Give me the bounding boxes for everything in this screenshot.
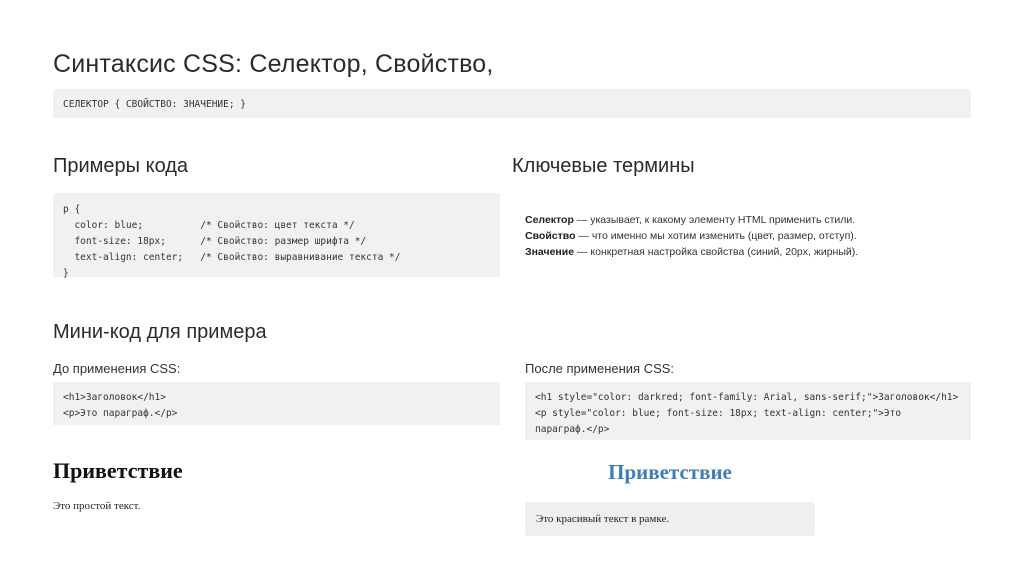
page-title: Синтаксис CSS: Селектор, Свойство, [53,50,494,78]
terms-list: Селектор — указывает, к какому элементу … [525,212,995,260]
terms-heading: Ключевые термины [512,155,695,177]
code-line: font-size: 18px; /* Свойство: размер шри… [63,236,367,247]
syntax-code-block: СЕЛЕКТОР { СВОЙСТВО: ЗНАЧЕНИЕ; } [53,89,971,118]
code-line: <h1>Заголовок</h1> [63,392,166,403]
code-line: color: blue; /* Свойство: цвет текста */ [63,220,355,231]
mini-code-heading: Мини-код для примера [53,321,267,343]
term-item: Значение — конкретная настройка свойства… [525,244,995,260]
term-description: — что именно мы хотим изменить (цвет, ра… [575,230,857,242]
before-demo: Приветствие Это простой текст. [53,452,343,522]
term-description: — конкретная настройка свойства (синий, … [574,246,859,258]
demo-heading: Приветствие [53,458,183,483]
code-line: } [63,268,69,279]
term-item: Свойство — что именно мы хотим изменить … [525,228,995,244]
before-code-block: <h1>Заголовок</h1> <p>Это параграф.</p> [53,382,500,425]
code-line: <p style="color: blue; font-size: 18px; … [535,408,902,419]
code-line: p { [63,204,81,215]
examples-heading: Примеры кода [53,155,189,177]
term-item: Селектор — указывает, к какому элементу … [525,212,995,228]
syntax-line: СЕЛЕКТОР { СВОЙСТВО: ЗНАЧЕНИЕ; } [63,99,247,110]
term-description: — указывает, к какому элементу HTML прим… [573,214,856,226]
code-line: <h1 style="color: darkred; font-family: … [535,392,959,403]
demo-text-box: Это красивый текст в рамке. [525,502,815,536]
term-name: Значение [525,246,575,258]
examples-code-block: p { color: blue; /* Свойство: цвет текст… [53,193,500,279]
term-name: Свойство [525,230,576,242]
code-line: <p>Это параграф.</p> [63,408,178,419]
demo-paragraph: Это простой текст. [53,500,141,512]
term-name: Селектор [525,214,574,226]
after-label: После применения CSS: [525,361,675,376]
code-line: параграф.</p> [535,424,610,435]
after-demo: Приветствие Это красивый текст в рамке. [525,452,815,538]
demo-heading: Приветствие [608,460,732,484]
code-line: text-align: center; /* Свойство: выравни… [63,252,401,263]
after-code-block: <h1 style="color: darkred; font-family: … [525,382,971,440]
demo-paragraph: Это красивый текст в рамке. [536,513,670,525]
before-label: До применения CSS: [53,361,181,376]
